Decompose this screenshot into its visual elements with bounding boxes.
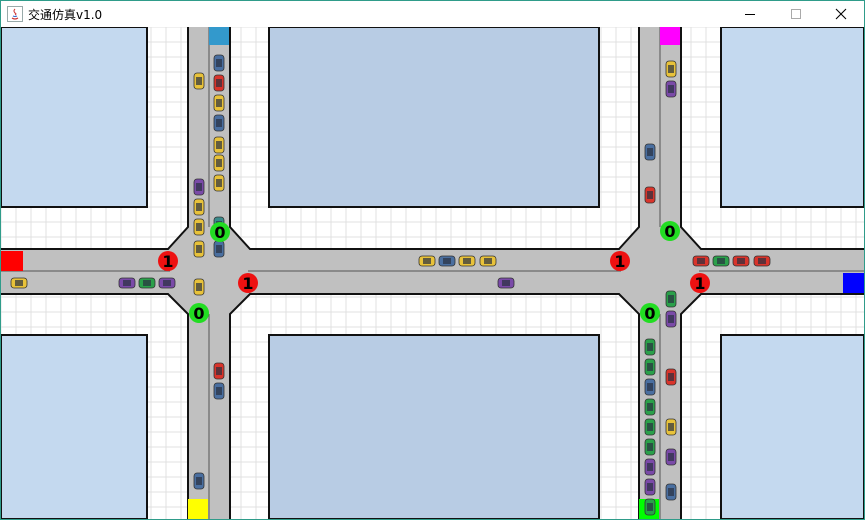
minimize-button[interactable] xyxy=(727,1,773,27)
spawn-east xyxy=(843,273,864,293)
city-block xyxy=(1,334,148,519)
spawn-west xyxy=(1,251,23,271)
city-block xyxy=(268,27,600,208)
car xyxy=(193,472,205,490)
car xyxy=(193,198,205,216)
car xyxy=(644,358,656,376)
java-icon xyxy=(7,6,23,22)
signal-label: 1 xyxy=(694,274,705,293)
traffic-signal: 0 xyxy=(660,221,680,241)
signal-label: 1 xyxy=(162,252,173,271)
car xyxy=(458,255,476,267)
app-window: 交通仿真v1.0 1 1 0 0 1 1 0 0 xyxy=(0,0,865,520)
traffic-signal: 0 xyxy=(210,222,230,242)
city-block xyxy=(720,334,864,519)
car xyxy=(665,80,677,98)
car xyxy=(193,278,205,296)
signal-label: 1 xyxy=(242,274,253,293)
traffic-signal: 1 xyxy=(158,251,178,271)
car xyxy=(213,94,225,112)
spawn-north-west xyxy=(209,27,229,45)
simulation-canvas[interactable]: 1 1 0 0 1 1 0 0 xyxy=(1,27,864,519)
traffic-signal: 0 xyxy=(189,303,209,323)
car xyxy=(665,483,677,501)
city-block xyxy=(720,27,864,208)
intersection-west-fill xyxy=(170,227,248,314)
car xyxy=(118,277,136,289)
traffic-signal: 1 xyxy=(690,273,710,293)
car xyxy=(644,338,656,356)
traffic-signal: 1 xyxy=(610,251,630,271)
car xyxy=(193,178,205,196)
signal-label: 0 xyxy=(664,222,675,241)
car xyxy=(193,240,205,258)
car xyxy=(644,498,656,516)
city-block xyxy=(268,334,600,519)
car xyxy=(418,255,436,267)
car xyxy=(213,136,225,154)
car xyxy=(644,438,656,456)
car xyxy=(479,255,497,267)
car xyxy=(213,54,225,72)
car xyxy=(753,255,771,267)
car xyxy=(732,255,750,267)
car xyxy=(193,218,205,236)
signal-label: 0 xyxy=(214,223,225,242)
car xyxy=(138,277,156,289)
signal-label: 1 xyxy=(614,252,625,271)
signal-label: 0 xyxy=(644,304,655,323)
car xyxy=(213,362,225,380)
title-bar[interactable]: 交通仿真v1.0 xyxy=(1,1,864,27)
car xyxy=(665,368,677,386)
car xyxy=(497,277,515,289)
city-block xyxy=(1,27,148,208)
spawn-north-east xyxy=(660,27,680,45)
maximize-button[interactable] xyxy=(773,1,819,27)
car xyxy=(665,448,677,466)
close-icon xyxy=(835,8,847,20)
car xyxy=(213,174,225,192)
spawn-south-west xyxy=(188,499,208,519)
car xyxy=(692,255,710,267)
car xyxy=(665,60,677,78)
window-title: 交通仿真v1.0 xyxy=(28,8,103,22)
car xyxy=(213,114,225,132)
car xyxy=(644,398,656,416)
car xyxy=(158,277,176,289)
close-button[interactable] xyxy=(818,1,864,27)
car xyxy=(644,378,656,396)
car xyxy=(665,418,677,436)
car xyxy=(644,458,656,476)
car xyxy=(644,478,656,496)
car xyxy=(213,74,225,92)
minimize-icon xyxy=(745,14,755,15)
car xyxy=(213,240,225,258)
car xyxy=(665,290,677,308)
car xyxy=(665,310,677,328)
traffic-map: 1 1 0 0 1 1 0 0 xyxy=(1,27,864,519)
car xyxy=(712,255,730,267)
car xyxy=(10,277,28,289)
car xyxy=(193,72,205,90)
car xyxy=(213,154,225,172)
traffic-signal: 1 xyxy=(238,273,258,293)
signal-label: 0 xyxy=(193,304,204,323)
maximize-icon xyxy=(791,9,801,19)
car xyxy=(213,382,225,400)
car xyxy=(644,186,656,204)
car xyxy=(644,143,656,161)
car xyxy=(438,255,456,267)
car xyxy=(644,418,656,436)
traffic-signal: 0 xyxy=(640,303,660,323)
intersection-east-fill xyxy=(621,227,699,314)
